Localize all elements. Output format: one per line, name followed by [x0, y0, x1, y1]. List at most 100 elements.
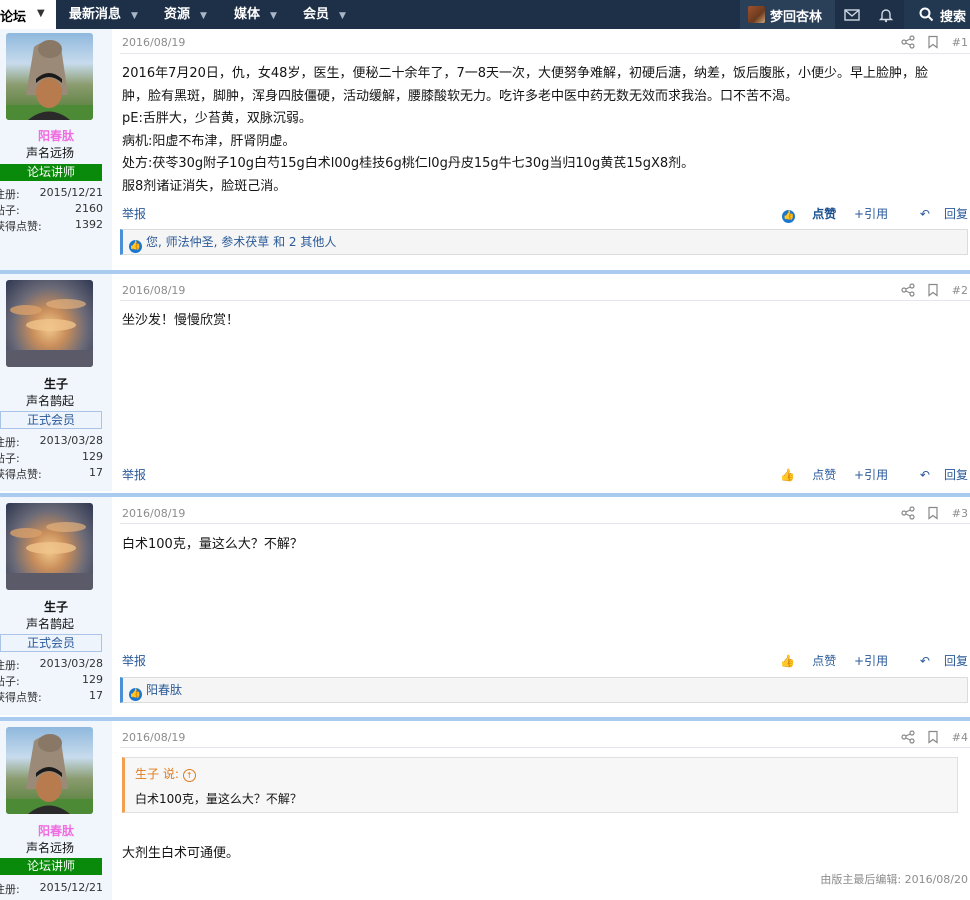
report-link[interactable]: 举报 — [122, 205, 146, 222]
divider — [120, 300, 970, 301]
search-button[interactable]: 搜索 — [904, 0, 970, 29]
nav-members-label: 会员 — [303, 7, 330, 22]
stat-label: 获得点赞: — [0, 691, 42, 704]
report-link[interactable]: 举报 — [122, 466, 146, 483]
bookmark-icon[interactable] — [926, 35, 940, 49]
thumbs-up-icon: 👍 — [129, 240, 142, 253]
nav-media[interactable]: 媒体 ▼ — [234, 0, 277, 29]
user-badge: 正式会员 — [0, 634, 102, 652]
report-link[interactable]: 举报 — [122, 652, 146, 669]
nav-latest-label: 最新消息 — [69, 7, 122, 22]
stat-value: 17 — [89, 466, 103, 479]
post-body: 坐沙发！慢慢欣赏！ — [122, 313, 240, 328]
like-button[interactable]: 👍 点赞 — [766, 654, 836, 668]
nav-user-menu[interactable]: 梦回杏林 — [740, 0, 835, 29]
share-icon[interactable] — [901, 506, 915, 520]
quote-button[interactable]: +引用 — [854, 654, 888, 668]
nav-resources-label: 资源 — [164, 7, 191, 22]
share-icon[interactable] — [901, 730, 915, 744]
liked-by-text[interactable]: 您, 师法仲圣, 参术茯草 和 2 其他人 — [146, 235, 336, 249]
bookmark-icon[interactable] — [926, 283, 940, 297]
quote-header[interactable]: 生子 说: ↑ — [135, 765, 196, 782]
avatar[interactable] — [6, 33, 93, 120]
liked-by-text[interactable]: 阳春肽 — [146, 683, 182, 697]
chevron-down-icon[interactable]: ▼ — [339, 11, 346, 21]
share-icon[interactable] — [901, 35, 915, 49]
share-icon[interactable] — [901, 283, 915, 297]
reply-button[interactable]: ↶ 回复 — [906, 654, 968, 668]
quote-author: 生子 说: — [135, 767, 179, 781]
post-number[interactable]: #4 — [952, 731, 968, 744]
post-1: 阳春肽 声名远扬 论坛讲师 注册: 2015/12/21 帖子: 2160 获得点赞… — [0, 29, 970, 270]
stat-value: 2160 — [75, 202, 103, 215]
user-avatar — [748, 6, 765, 23]
post-date[interactable]: 2016/08/19 — [122, 507, 185, 520]
nav-members[interactable]: 会员 ▼ — [303, 0, 346, 29]
username[interactable]: 生子 — [0, 598, 112, 615]
post-line: 病机:阳虚不布津，肝肾阴虚。 — [122, 133, 296, 149]
bookmark-icon[interactable] — [926, 730, 940, 744]
divider — [120, 53, 970, 54]
chevron-down-icon[interactable]: ▼ — [131, 11, 138, 21]
stat-value: 1392 — [75, 218, 103, 231]
divider — [120, 747, 970, 748]
like-button[interactable]: 👍 点赞 — [768, 207, 837, 223]
avatar-image — [6, 40, 93, 120]
like-label: 点赞 — [812, 468, 837, 482]
post-date[interactable]: 2016/08/19 — [122, 36, 185, 49]
post-date[interactable]: 2016/08/19 — [122, 731, 185, 744]
like-button[interactable]: 👍 点赞 — [766, 468, 836, 482]
likes-bar[interactable]: 👍 阳春肽 — [120, 677, 968, 703]
bell-icon[interactable] — [877, 6, 895, 24]
nav-forum-tab[interactable]: 论坛 ▼ — [0, 0, 56, 29]
stat-value: 2015/12/21 — [39, 186, 103, 199]
avatar[interactable] — [6, 727, 93, 814]
likes-bar[interactable]: 👍 您, 师法仲圣, 参术茯草 和 2 其他人 — [120, 229, 968, 255]
username[interactable]: 阳春肽 — [0, 127, 112, 144]
mail-icon[interactable] — [843, 6, 861, 24]
divider — [120, 523, 970, 524]
chevron-down-icon[interactable]: ▼ — [37, 8, 45, 19]
username[interactable]: 阳春肽 — [0, 822, 112, 839]
stat-label: 获得点赞: — [0, 468, 42, 481]
post-number[interactable]: #1 — [952, 36, 968, 49]
search-label: 搜索 — [940, 10, 967, 25]
nav-username: 梦回杏林 — [770, 10, 823, 25]
chevron-down-icon[interactable]: ▼ — [200, 11, 207, 21]
user-title: 声名鹊起 — [25, 394, 74, 408]
like-label: 点赞 — [812, 207, 837, 221]
quote-button[interactable]: +引用 — [854, 207, 888, 221]
user-title: 声名远扬 — [25, 841, 74, 855]
reply-button[interactable]: ↶ 回复 — [906, 207, 968, 221]
nav-latest[interactable]: 最新消息 ▼ — [69, 0, 138, 29]
post-number[interactable]: #3 — [952, 507, 968, 520]
avatar-image — [6, 522, 93, 590]
avatar[interactable] — [6, 503, 93, 590]
post-2: 生子 声名鹊起 正式会员 注册: 2013/03/28 帖子: 129 获得点赞: 1… — [0, 274, 970, 491]
nav-forum-label: 论坛 — [0, 10, 27, 25]
reply-icon: ↶ — [919, 207, 930, 221]
reply-button[interactable]: ↶ 回复 — [906, 468, 968, 482]
quote-text: 白术100克，量这么大？不解？ — [135, 792, 302, 806]
post-line: pE:舌胖大，少苔黄，双脉沉弱。 — [122, 111, 312, 126]
nav-resources[interactable]: 资源 ▼ — [164, 0, 207, 29]
avatar[interactable] — [6, 280, 93, 367]
stat-label: 注册: — [0, 659, 20, 672]
stat-value: 2015/12/21 — [39, 881, 103, 894]
username[interactable]: 生子 — [0, 375, 112, 392]
stat-value: 2013/03/28 — [39, 657, 103, 670]
post-date[interactable]: 2016/08/19 — [122, 284, 185, 297]
chevron-down-icon[interactable]: ▼ — [270, 11, 277, 21]
post-number[interactable]: #2 — [952, 284, 968, 297]
bookmark-icon[interactable] — [926, 506, 940, 520]
user-badge: 论坛讲师 — [0, 858, 102, 875]
stat-value: 2013/03/28 — [39, 434, 103, 447]
arrow-up-circle-icon[interactable]: ↑ — [182, 769, 196, 782]
post-line: 处方:茯苓30g附子10g白芍15g白术l00g桂技6g桃仁l0g丹皮15g牛七… — [122, 156, 695, 171]
thumbs-up-icon: 👍 — [782, 210, 796, 223]
user-title: 声名远扬 — [25, 146, 74, 160]
reply-label: 回复 — [943, 207, 968, 221]
avatar-image — [6, 734, 93, 814]
thumbs-up-icon: 👍 — [780, 654, 796, 668]
quote-button[interactable]: +引用 — [854, 468, 888, 482]
